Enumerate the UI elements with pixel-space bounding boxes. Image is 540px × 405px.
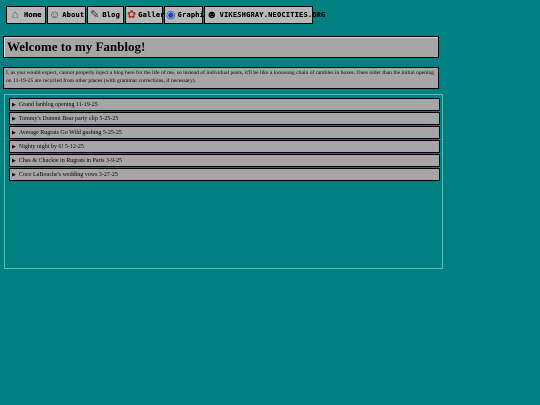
post-label: Average Rugrats Go Wild gushing 5-25-25 xyxy=(18,129,122,136)
disclosure-triangle-icon: ▶ xyxy=(12,172,16,178)
disclosure-triangle-icon: ▶ xyxy=(12,144,16,150)
post-item[interactable]: ▶ Coco LaBouche's wedding vows 3-27-25 xyxy=(9,168,440,181)
globe-icon: ◉ xyxy=(166,9,176,21)
page-title-box: Welcome to my Fanblog! xyxy=(3,36,439,58)
intro-box: I, as you would expect, cannot properly … xyxy=(3,67,439,89)
nav-gallery-button[interactable]: ✿ Gallery xyxy=(125,6,169,24)
nav-home-label: Home xyxy=(24,11,42,19)
post-label: Nighty night by 6! 5-12-25 xyxy=(18,143,84,150)
disclosure-triangle-icon: ▶ xyxy=(12,102,16,108)
nav-graphics-button[interactable]: ◉ Graphics xyxy=(164,6,213,24)
nav-home-button[interactable]: ⌂ Home xyxy=(6,6,46,24)
post-label: Tommy's Dummi Bear party clip 5-25-25 xyxy=(18,115,119,122)
post-item[interactable]: ▶ Average Rugrats Go Wild gushing 5-25-2… xyxy=(9,126,440,139)
post-item[interactable]: ▶ Grand fanblog opening 11-19-25 xyxy=(9,98,440,111)
nav-about-label: About xyxy=(62,11,85,19)
blog-icon: ✎ xyxy=(90,9,100,21)
nav-blog-label: Blog xyxy=(102,11,120,19)
paint-icon: ✿ xyxy=(127,9,137,21)
disclosure-triangle-icon: ▶ xyxy=(12,158,16,164)
posts-panel: ▶ Grand fanblog opening 11-19-25 ▶ Tommy… xyxy=(4,94,443,269)
page-title: Welcome to my Fanblog! xyxy=(7,39,146,54)
disclosure-triangle-icon: ▶ xyxy=(12,130,16,136)
face-icon: ☻ xyxy=(206,9,218,21)
post-item[interactable]: ▶ Chas & Chuckie in Rugrats in Paris 3-9… xyxy=(9,154,440,167)
post-label: Chas & Chuckie in Rugrats in Paris 3-9-2… xyxy=(18,157,123,164)
post-item[interactable]: ▶ Nighty night by 6! 5-12-25 xyxy=(9,140,440,153)
post-label: Coco LaBouche's wedding vows 3-27-25 xyxy=(18,171,118,178)
nav-bar: ⌂ Home ☺ About ✎ Blog ✿ Gallery ◉ Graphi… xyxy=(6,6,325,24)
nav-site-label: VIKESHGRAY.NEOCITIES.ORG xyxy=(219,11,326,19)
disclosure-triangle-icon: ▶ xyxy=(12,116,16,122)
nav-blog-button[interactable]: ✎ Blog xyxy=(87,6,124,24)
house-icon: ⌂ xyxy=(11,9,19,21)
post-label: Grand fanblog opening 11-19-25 xyxy=(18,101,98,108)
nav-site-button[interactable]: ☻ VIKESHGRAY.NEOCITIES.ORG xyxy=(204,6,325,24)
post-item[interactable]: ▶ Tommy's Dummi Bear party clip 5-25-25 xyxy=(9,112,440,125)
intro-text: I, as you would expect, cannot properly … xyxy=(6,70,435,84)
person-icon: ☺ xyxy=(49,9,61,21)
nav-about-button[interactable]: ☺ About xyxy=(47,6,86,24)
